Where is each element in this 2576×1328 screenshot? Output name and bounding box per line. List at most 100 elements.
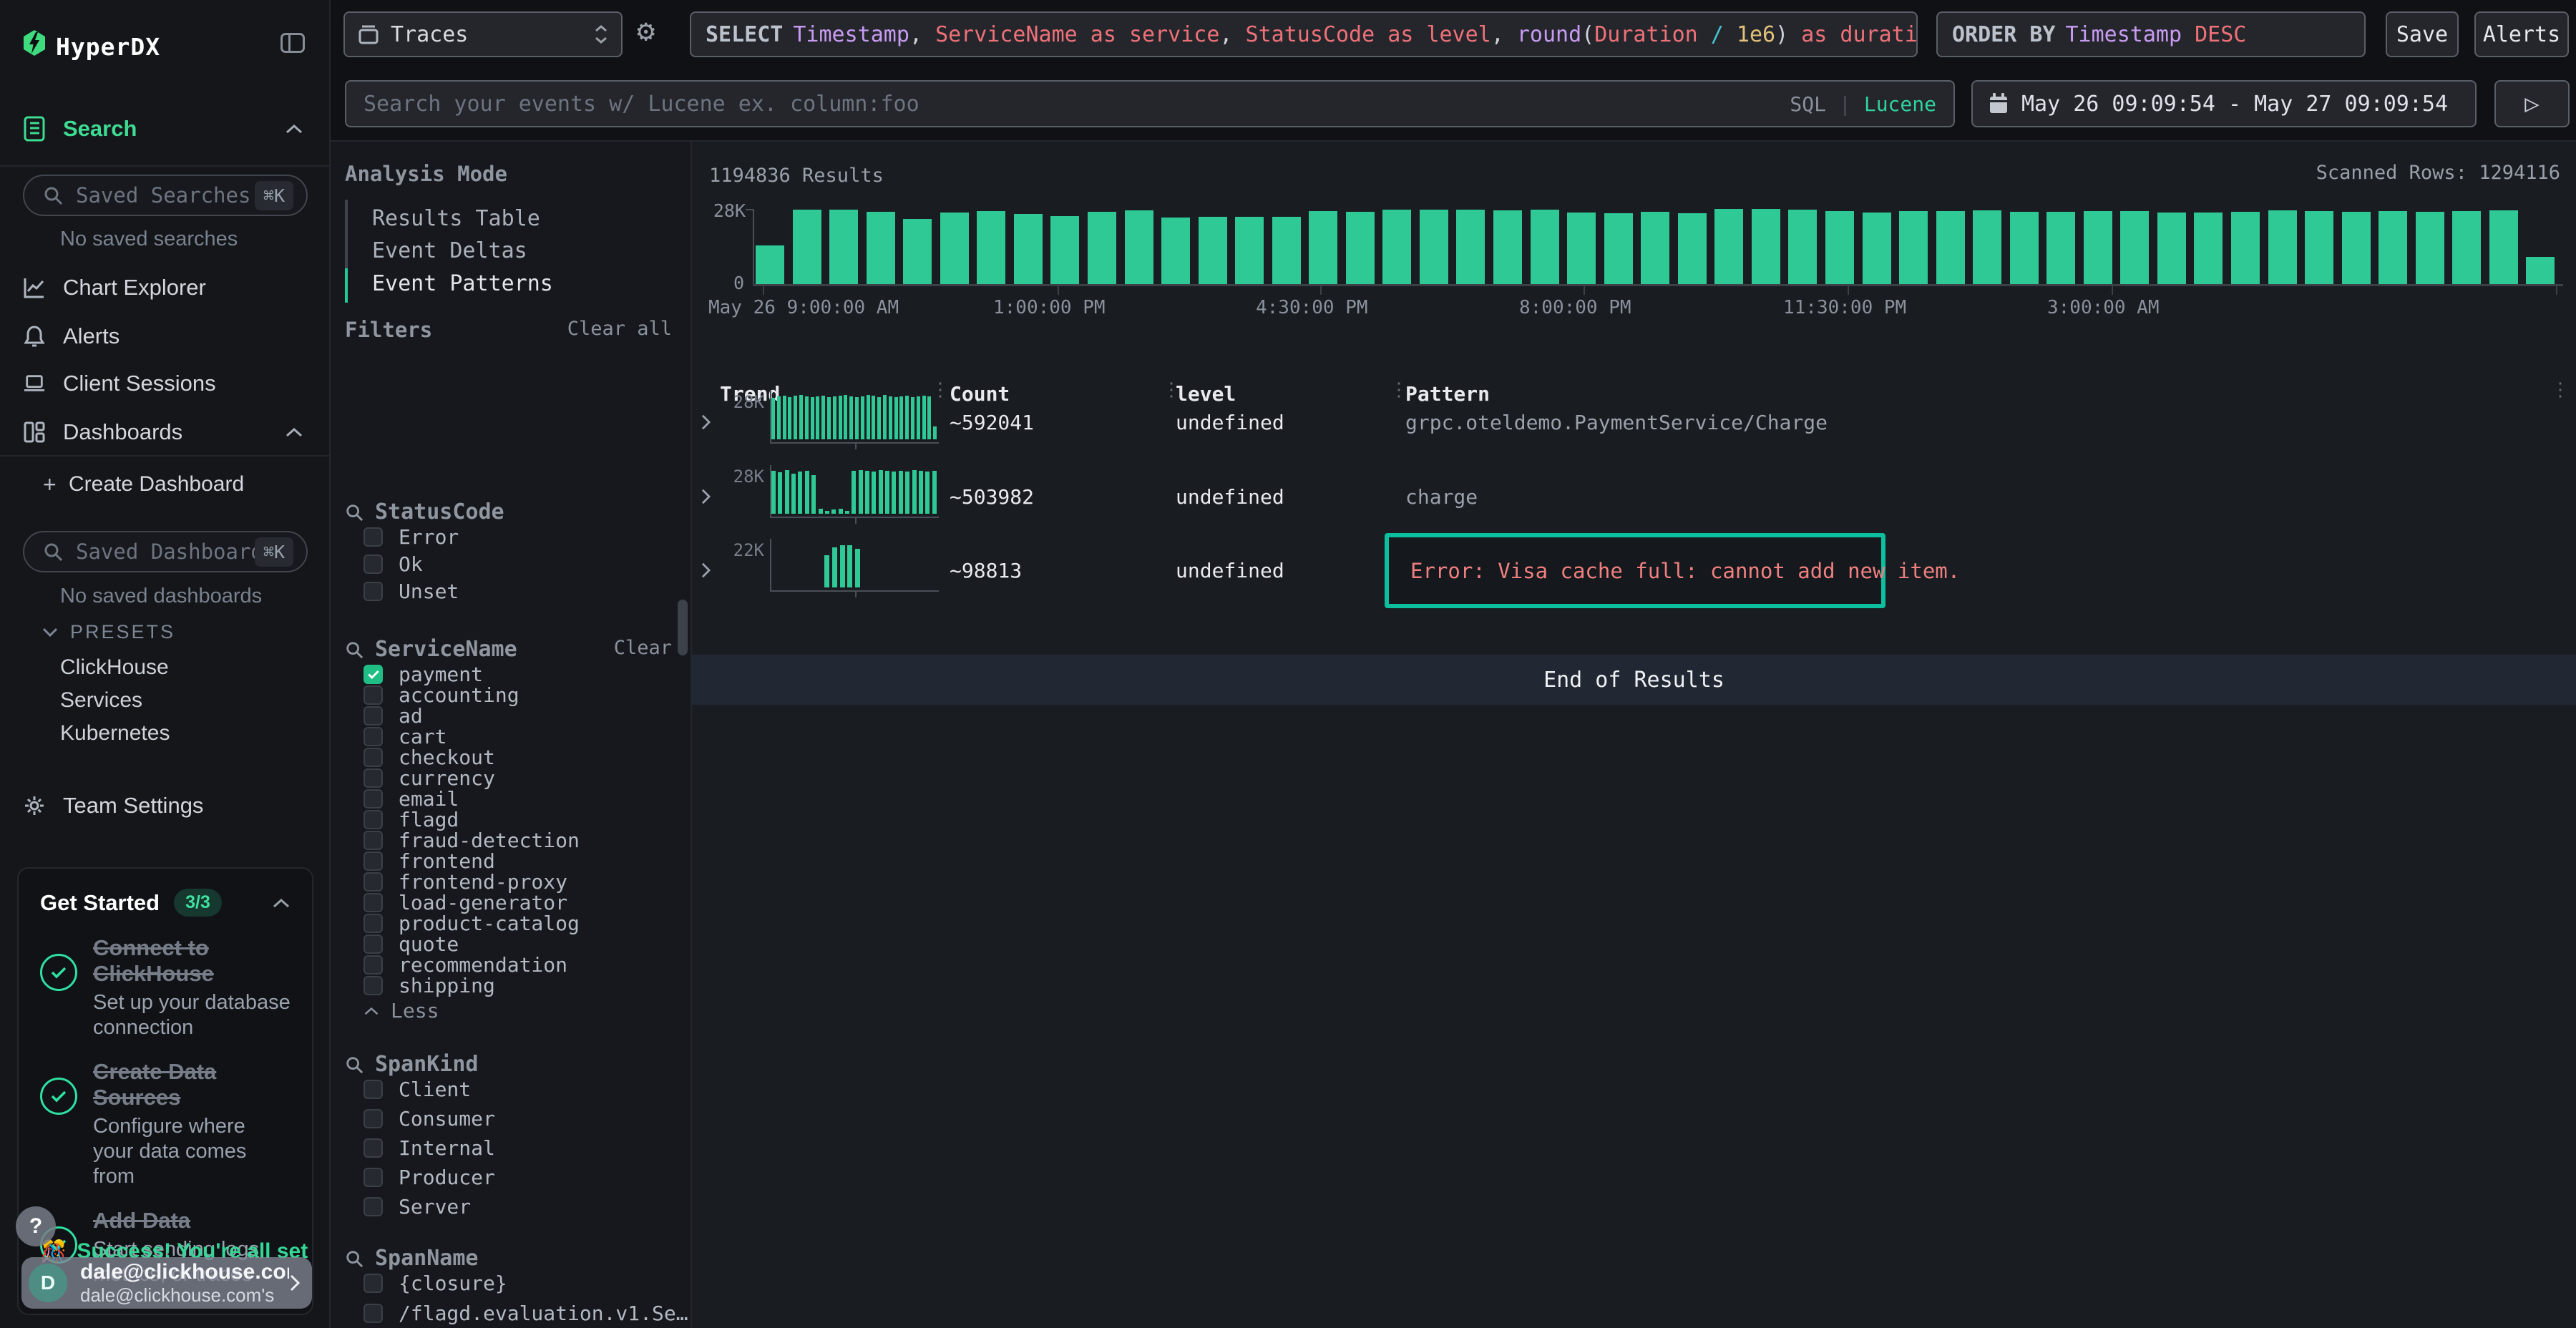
histogram-bar[interactable] <box>2157 213 2186 284</box>
histogram-bar[interactable] <box>1088 212 1116 284</box>
get-started-step[interactable]: Connect to ClickHouseSet up your databas… <box>40 935 291 1040</box>
histogram-bar[interactable] <box>1714 209 1743 284</box>
histogram-bar[interactable] <box>2268 210 2297 284</box>
language-toggle-sql[interactable]: SQL <box>1790 92 1826 116</box>
saved-dashboards-input[interactable] <box>76 540 255 564</box>
sidebar-preset-clickhouse[interactable]: ClickHouse <box>60 655 169 680</box>
sidebar-item-client-sessions[interactable]: Client Sessions <box>0 361 329 406</box>
histogram-bar[interactable] <box>1014 214 1043 284</box>
sidebar-collapse-icon[interactable] <box>280 33 305 53</box>
saved-searches-search[interactable]: ⌘K <box>23 175 308 216</box>
histogram-bar[interactable] <box>1973 210 2001 284</box>
sidebar-item-team-settings[interactable]: Team Settings <box>0 783 329 829</box>
event-search-input[interactable] <box>346 92 1790 117</box>
histogram-bar[interactable] <box>2120 211 2149 284</box>
filter-option-consumer[interactable]: Consumer <box>364 1107 495 1131</box>
filter-option-server[interactable]: Server <box>364 1195 471 1219</box>
histogram-bar[interactable] <box>1825 211 1854 284</box>
histogram-bar[interactable] <box>1456 210 1485 284</box>
filter-option-error[interactable]: Error <box>364 525 459 549</box>
filter-option-producer[interactable]: Producer <box>364 1166 495 1189</box>
histogram-bar[interactable] <box>1309 211 1337 284</box>
clear-group-link[interactable]: Clear <box>614 637 672 659</box>
histogram-bar[interactable] <box>867 212 895 284</box>
histogram-bar[interactable] <box>2342 212 2371 284</box>
chevron-up-icon[interactable] <box>285 123 303 135</box>
checkbox[interactable] <box>364 1080 383 1099</box>
scrollbar-thumb[interactable] <box>678 600 688 655</box>
checkbox[interactable] <box>364 685 383 705</box>
presets-toggle[interactable]: PRESETS <box>42 621 175 643</box>
histogram-bar[interactable] <box>1272 217 1301 284</box>
column-menu-icon[interactable]: ⋮ <box>1162 379 1181 401</box>
source-settings-gear-icon[interactable]: ⚙ <box>637 16 655 46</box>
histogram-bar[interactable] <box>756 245 784 284</box>
saved-dashboards-search[interactable]: ⌘K <box>23 531 308 572</box>
select-clause-field[interactable]: SELECT Timestamp, ServiceName as service… <box>690 11 1918 57</box>
histogram-bar[interactable] <box>1346 212 1375 284</box>
histogram-bar[interactable] <box>1752 209 1780 284</box>
checkbox[interactable] <box>364 582 383 601</box>
histogram-bar[interactable] <box>1382 210 1411 284</box>
column-header-pattern[interactable]: Pattern <box>1405 382 1490 406</box>
column-menu-icon[interactable]: ⋮ <box>1390 379 1408 401</box>
histogram-bar[interactable] <box>2416 212 2444 284</box>
histogram-bar[interactable] <box>829 210 858 284</box>
sidebar-item-search[interactable]: Search <box>0 106 329 152</box>
histogram-bar[interactable] <box>1161 218 1190 284</box>
histogram-bar[interactable] <box>2526 257 2555 284</box>
alerts-button[interactable]: Alerts <box>2474 11 2569 57</box>
analysis-mode-event-deltas[interactable]: Event Deltas <box>372 238 527 263</box>
checkbox[interactable] <box>364 665 383 684</box>
filter-option-unset[interactable]: Unset <box>364 580 459 603</box>
checkbox[interactable] <box>364 1138 383 1158</box>
histogram-bar[interactable] <box>1420 210 1448 284</box>
histogram-bar[interactable] <box>2489 210 2518 284</box>
checkbox[interactable] <box>364 976 383 995</box>
checkbox[interactable] <box>364 831 383 850</box>
analysis-mode-results-table[interactable]: Results Table <box>372 206 540 231</box>
checkbox[interactable] <box>364 789 383 809</box>
checkbox[interactable] <box>364 893 383 912</box>
column-menu-icon[interactable]: ⋮ <box>2551 379 2570 401</box>
checkbox[interactable] <box>364 1168 383 1187</box>
cell-pattern[interactable]: grpc.oteldemo.PaymentService/Charge <box>1405 411 1828 434</box>
checkbox[interactable] <box>364 527 383 547</box>
checkbox[interactable] <box>364 748 383 767</box>
user-menu[interactable]: D dale@clickhouse.com dale@clickhouse.co… <box>21 1257 312 1309</box>
histogram-bar[interactable] <box>2046 212 2075 284</box>
source-select[interactable]: Traces <box>343 11 623 57</box>
error-pattern-highlight[interactable]: Error: Visa cache full: cannot add new i… <box>1385 533 1885 608</box>
sidebar-item-chart-explorer[interactable]: Chart Explorer <box>0 265 329 311</box>
checkbox[interactable] <box>364 1197 383 1216</box>
expand-row-icon[interactable] <box>701 562 711 579</box>
checkbox[interactable] <box>364 955 383 975</box>
histogram-bar[interactable] <box>1493 210 1522 284</box>
histogram-bar[interactable] <box>1235 217 1264 284</box>
filter-option-ok[interactable]: Ok <box>364 552 423 576</box>
search-icon[interactable] <box>345 503 364 522</box>
histogram-bar[interactable] <box>1899 211 1928 284</box>
chevron-up-icon[interactable] <box>272 897 291 909</box>
filter-option-internal[interactable]: Internal <box>364 1136 495 1160</box>
filter-option--flagd-evaluation-v1-se-[interactable]: /flagd.evaluation.v1.Se… <box>364 1302 688 1325</box>
histogram-bar[interactable] <box>1788 210 1817 284</box>
checkbox[interactable] <box>364 768 383 788</box>
filter-option-client[interactable]: Client <box>364 1078 471 1101</box>
create-dashboard-button[interactable]: + Create Dashboard <box>0 467 329 502</box>
sidebar-preset-services[interactable]: Services <box>60 688 142 713</box>
histogram-bar[interactable] <box>1936 211 1965 284</box>
histogram-bar[interactable] <box>2084 211 2112 284</box>
checkbox[interactable] <box>364 727 383 746</box>
expand-row-icon[interactable] <box>701 414 711 431</box>
saved-searches-input[interactable] <box>76 183 255 208</box>
histogram-bar[interactable] <box>1604 213 1633 284</box>
checkbox[interactable] <box>364 810 383 829</box>
histogram-bar[interactable] <box>2231 212 2260 284</box>
event-search-bar[interactable]: SQL | Lucene <box>345 80 1955 127</box>
get-started-step[interactable]: Create Data SourcesConfigure where your … <box>40 1059 291 1189</box>
histogram-bar[interactable] <box>903 219 932 284</box>
checkbox[interactable] <box>364 934 383 954</box>
chevron-up-icon[interactable] <box>285 426 303 438</box>
help-button[interactable]: ? <box>16 1206 56 1246</box>
